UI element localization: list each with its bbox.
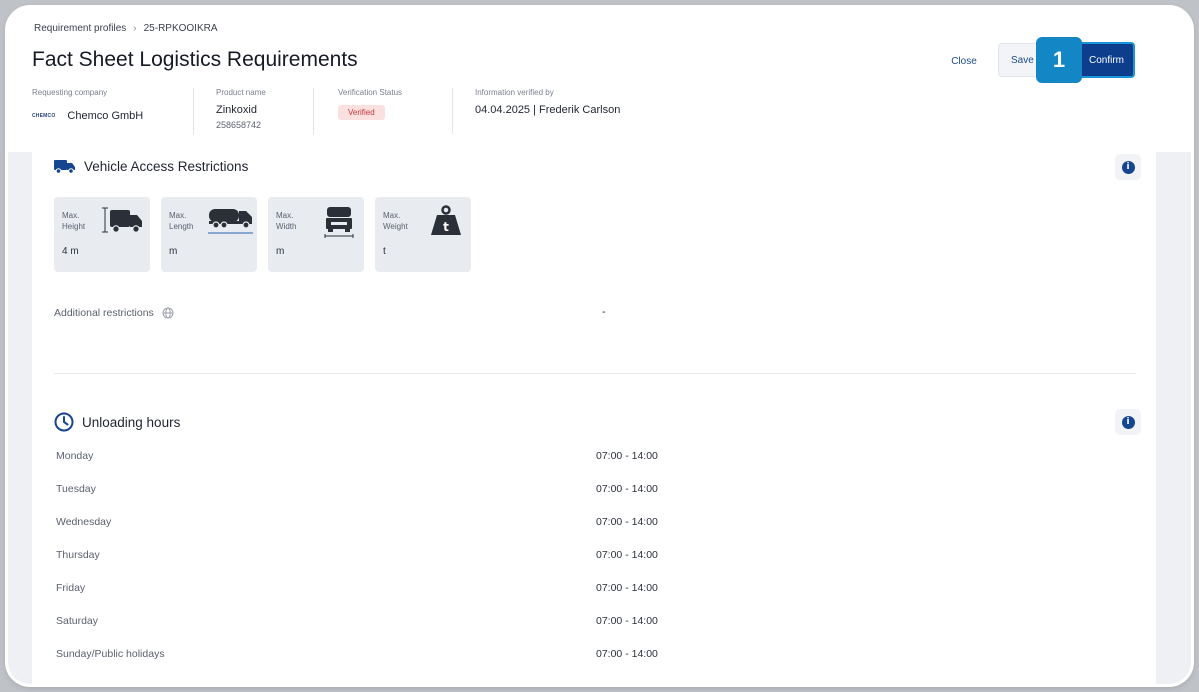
hour-row-time: 07:00 - 14:00 <box>596 582 658 594</box>
verification-status: Verification Status Verified <box>338 88 402 134</box>
status-badge: Verified <box>338 105 385 120</box>
max-height-label-line1: Max. <box>62 211 80 220</box>
max-height-label: Max. Height <box>62 210 85 232</box>
hour-row: Sunday/Public holidays 07:00 - 14:00 <box>56 648 1136 681</box>
meta-divider <box>452 88 453 134</box>
requesting-company: Requesting company CHEMCO Chemco GmbH <box>32 88 143 134</box>
vehicle-info-button[interactable]: i <box>1115 154 1141 180</box>
hour-row-time: 07:00 - 14:00 <box>596 516 658 528</box>
hour-row-day: Sunday/Public holidays <box>56 648 165 660</box>
hour-row-day: Friday <box>56 582 86 594</box>
additional-restrictions-label: Additional restrictions <box>54 307 174 319</box>
hour-row: Thursday 07:00 - 14:00 <box>56 549 1136 582</box>
chevron-right-icon: › <box>133 23 137 34</box>
vehicle-section-title-text: Vehicle Access Restrictions <box>84 158 249 174</box>
breadcrumb-parent-link[interactable]: Requirement profiles <box>34 23 126 34</box>
truck-icon <box>54 160 75 174</box>
max-length-value: m <box>169 246 178 257</box>
max-weight-label-line2: Weight <box>383 222 408 231</box>
max-width-label-line1: Max. <box>276 211 294 220</box>
meta-divider <box>313 88 314 134</box>
hour-row: Tuesday 07:00 - 14:00 <box>56 483 1136 516</box>
hour-row-time: 07:00 - 14:00 <box>596 450 658 462</box>
hour-row-time: 07:00 - 14:00 <box>596 549 658 561</box>
product-number: 258658742 <box>216 120 262 130</box>
product-name-label: Product name <box>216 88 266 97</box>
hour-row-day: Wednesday <box>56 516 112 528</box>
max-height-value: 4 m <box>62 246 79 257</box>
verification-status-label: Verification Status <box>338 88 403 97</box>
hour-row-day: Monday <box>56 450 94 462</box>
max-length-label-line1: Max. <box>169 211 187 220</box>
requesting-company-label: Requesting company <box>32 88 108 97</box>
truck-length-icon <box>208 209 253 234</box>
unloading-info-button[interactable]: i <box>1115 409 1141 435</box>
content-card: Vehicle Access Restrictions i Max. Heigh… <box>32 152 1156 684</box>
max-length-tile: Max. Length m <box>161 197 257 272</box>
unloading-section-title-text: Unloading hours <box>82 414 181 430</box>
max-width-tile: Max. Width m <box>268 197 364 272</box>
max-weight-label: Max. Weight <box>383 210 408 232</box>
breadcrumb: Requirement profiles › 25-RPKOOIKRA <box>34 23 218 34</box>
product-name: Zinkoxid <box>216 104 257 116</box>
section-divider <box>54 373 1136 374</box>
max-width-label-line2: Width <box>276 222 297 231</box>
max-width-value: m <box>276 246 285 257</box>
company-name: Chemco GmbH <box>67 110 144 122</box>
globe-icon[interactable] <box>162 307 174 319</box>
app-window: Requirement profiles › 25-RPKOOIKRA Fact… <box>8 8 1191 684</box>
unloading-section-title: Unloading hours <box>54 412 180 432</box>
additional-restrictions-value: - <box>602 306 606 318</box>
max-weight-label-line1: Max. <box>383 211 401 220</box>
additional-restrictions-label-text: Additional restrictions <box>54 307 154 319</box>
info-icon: i <box>1121 415 1135 429</box>
page-title: Fact Sheet Logistics Requirements <box>32 48 358 71</box>
step-number-badge: 1 <box>1036 37 1082 83</box>
company-logo: CHEMCO <box>32 113 56 119</box>
verified-by-value: 04.04.2025 | Frederik Carlson <box>475 104 621 116</box>
hour-row: Wednesday 07:00 - 14:00 <box>56 516 1136 549</box>
truck-width-icon <box>324 207 354 238</box>
company-row: CHEMCO Chemco GmbH <box>32 110 143 122</box>
hour-row-day: Tuesday <box>56 483 96 495</box>
hour-row-time: 07:00 - 14:00 <box>596 648 658 660</box>
hour-row-time: 07:00 - 14:00 <box>596 483 658 495</box>
max-width-label: Max. Width <box>276 210 296 232</box>
info-icon: i <box>1121 160 1135 174</box>
close-button[interactable]: Close <box>943 52 985 72</box>
vehicle-restriction-tiles: Max. Height 4 m Max. Length m Max. Width… <box>54 197 471 272</box>
weight-icon: t <box>431 205 461 235</box>
max-length-label-line2: Length <box>169 222 194 231</box>
unloading-hours-list: Monday 07:00 - 14:00 Tuesday 07:00 - 14:… <box>56 450 1136 681</box>
verified-by: Information verified by 04.04.2025 | Fre… <box>475 88 620 134</box>
vehicle-section-title: Vehicle Access Restrictions <box>54 158 248 174</box>
max-weight-tile: Max. Weight t t <box>375 197 471 272</box>
breadcrumb-current: 25-RPKOOIKRA <box>143 23 218 34</box>
hour-row-day: Thursday <box>56 549 100 561</box>
clock-icon <box>54 412 74 432</box>
truck-height-icon <box>102 207 142 233</box>
confirm-button[interactable]: Confirm <box>1075 42 1135 78</box>
hour-row-time: 07:00 - 14:00 <box>596 615 658 627</box>
max-weight-value: t <box>383 246 386 257</box>
meta-divider <box>193 88 194 134</box>
hour-row-day: Saturday <box>56 615 99 627</box>
hour-row: Saturday 07:00 - 14:00 <box>56 615 1136 648</box>
max-length-label: Max. Length <box>169 210 193 232</box>
weight-icon-glyph: t <box>443 220 449 234</box>
verified-by-label: Information verified by <box>475 88 554 97</box>
hour-row: Friday 07:00 - 14:00 <box>56 582 1136 615</box>
product-info: Product name Zinkoxid 258658742 <box>216 88 266 134</box>
hour-row: Monday 07:00 - 14:00 <box>56 450 1136 483</box>
max-height-tile: Max. Height 4 m <box>54 197 150 272</box>
max-height-label-line2: Height <box>62 222 86 231</box>
page-header: Requirement profiles › 25-RPKOOIKRA Fact… <box>8 8 1191 152</box>
